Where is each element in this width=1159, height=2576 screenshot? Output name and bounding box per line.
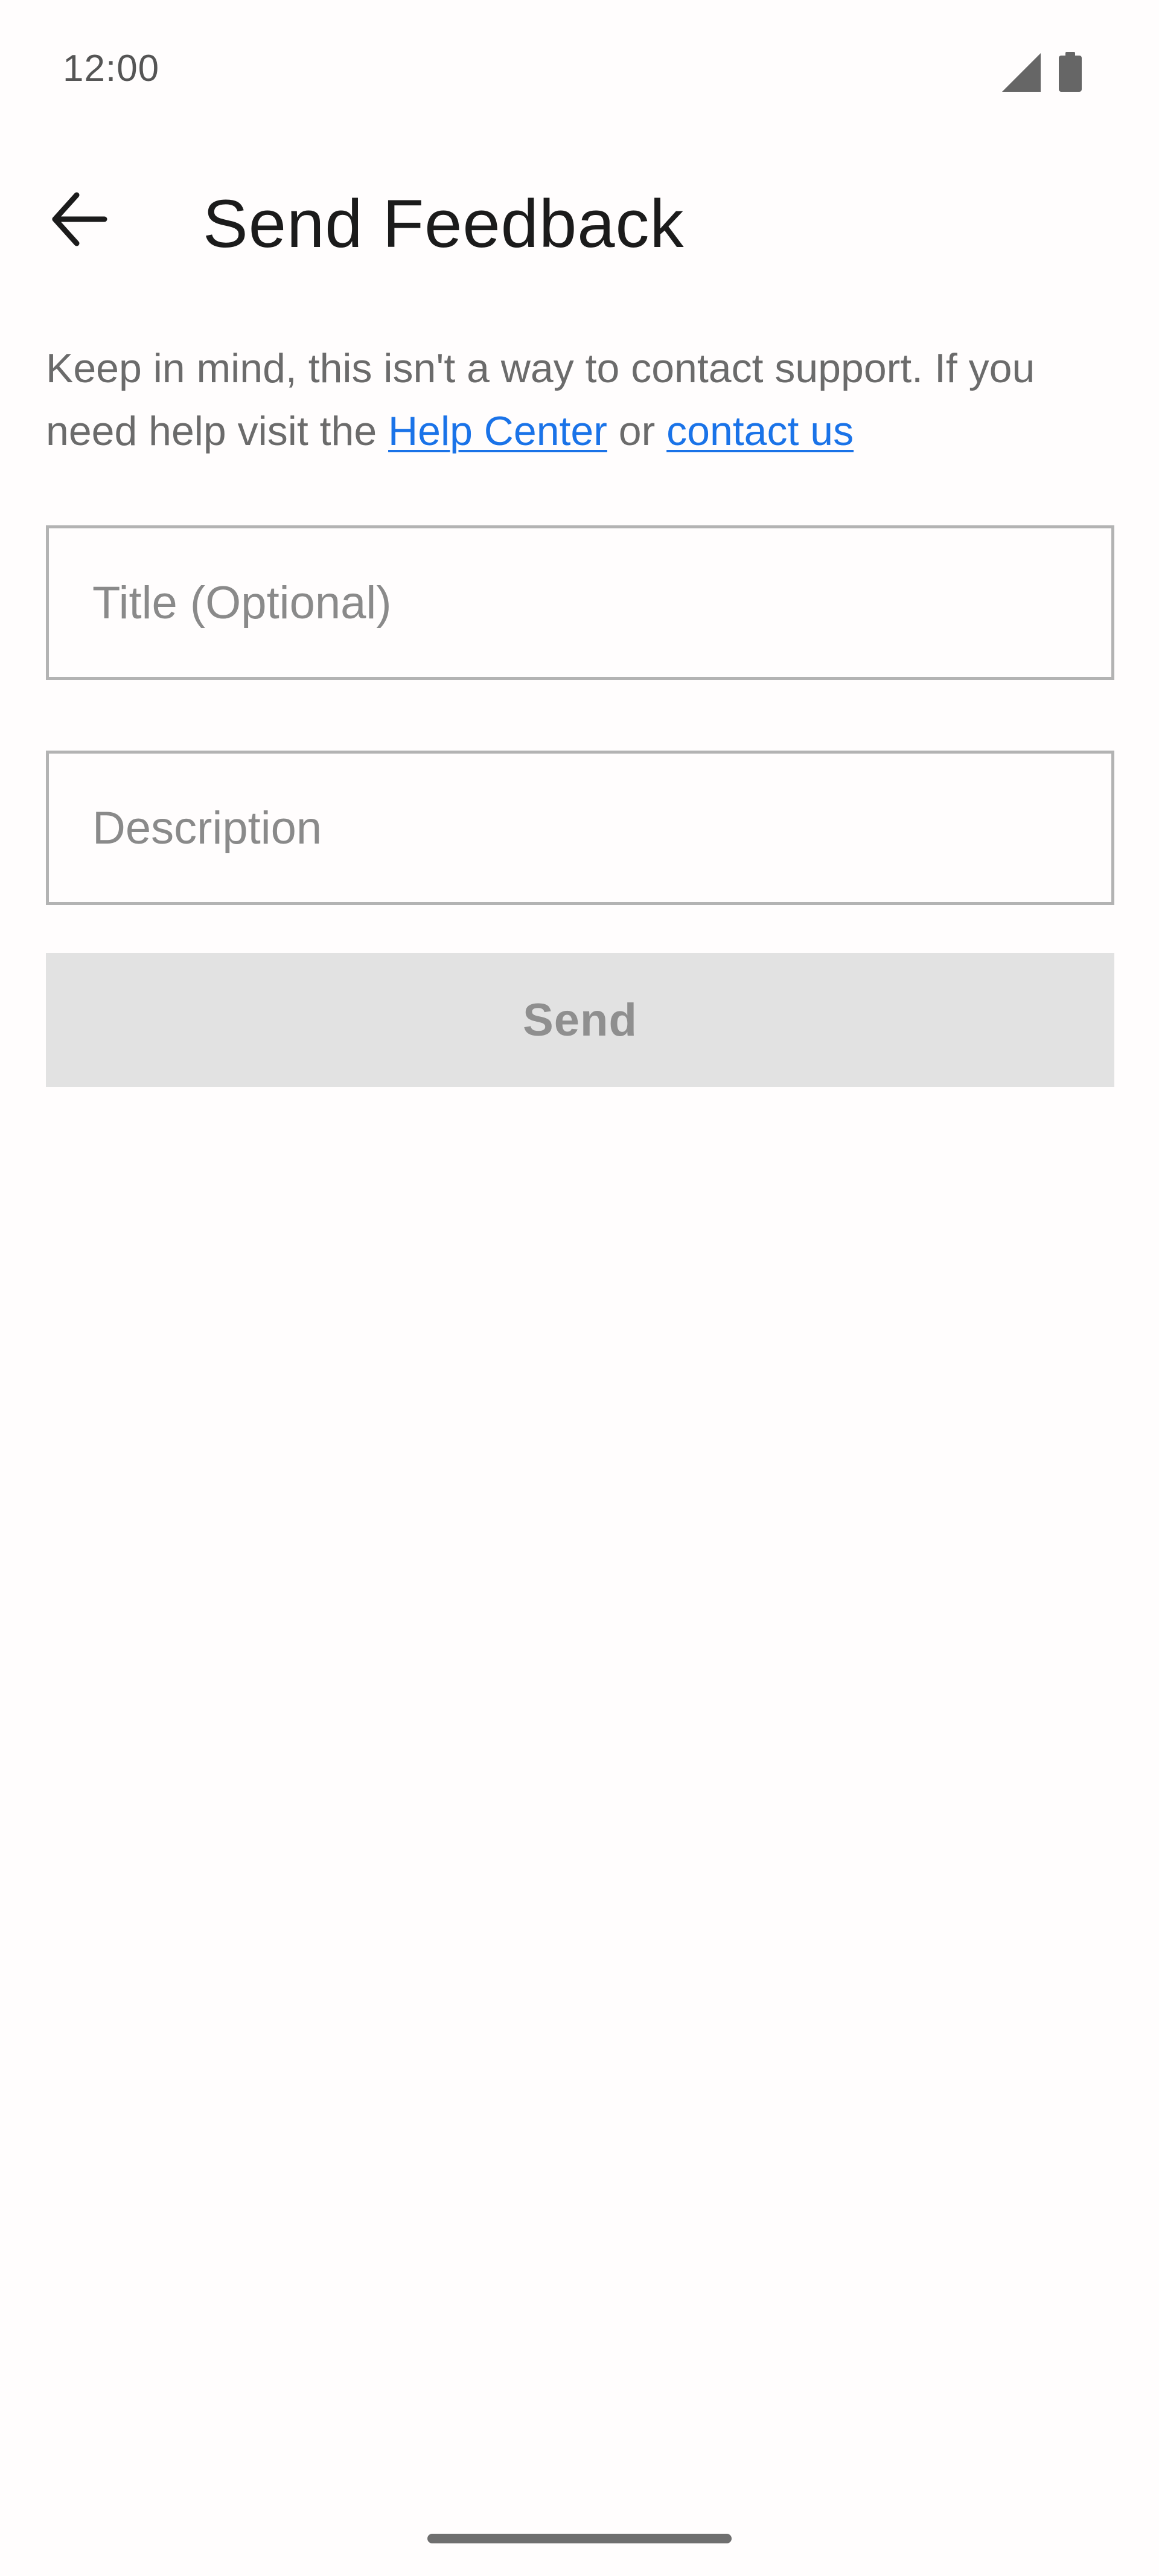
status-time: 12:00 (63, 48, 160, 89)
info-text: Keep in mind, this isn't a way to contac… (46, 337, 1120, 463)
feedback-screen: 12:00 Send Feedback Keep in mind, this i… (0, 0, 1159, 2576)
signal-icon (1002, 53, 1041, 92)
app-bar: Send Feedback (0, 139, 1159, 302)
page-title: Send Feedback (203, 186, 685, 261)
description-field[interactable] (46, 751, 1114, 905)
title-field[interactable] (46, 525, 1114, 680)
back-button[interactable] (40, 181, 118, 260)
send-button[interactable]: Send (46, 953, 1114, 1087)
home-indicator[interactable] (427, 2534, 732, 2543)
arrow-back-icon (50, 190, 108, 251)
title-input[interactable] (92, 528, 1111, 677)
description-input[interactable] (92, 754, 1111, 902)
battery-icon (1059, 52, 1082, 92)
contact-us-link[interactable]: contact us (666, 408, 854, 454)
status-icons (1002, 52, 1082, 92)
info-text-or: or (607, 408, 667, 454)
status-bar: 12:00 (0, 0, 1159, 139)
help-center-link[interactable]: Help Center (388, 408, 607, 454)
